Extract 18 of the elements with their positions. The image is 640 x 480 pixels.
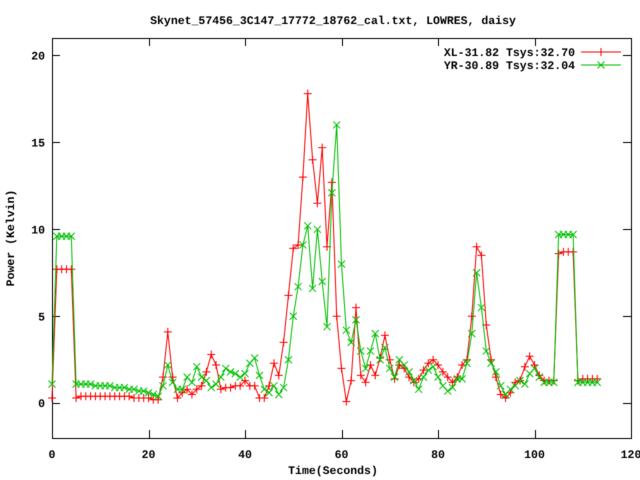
x-tick-label: 20 xyxy=(142,449,156,462)
x-axis-label: Time(Seconds) xyxy=(288,465,378,478)
y-axis-label: Power (Kelvin) xyxy=(5,190,18,286)
y-tick-label: 5 xyxy=(38,311,45,324)
x-tick-label: 100 xyxy=(524,449,545,462)
chart-title: Skynet_57456_3C147_17772_18762_cal.txt, LOWRES, daisy xyxy=(150,15,516,28)
legend-label: YR-30.89 Tsys:32.04 xyxy=(444,60,575,73)
y-tick-label: 10 xyxy=(31,224,45,238)
legend-label: XL-31.82 Tsys:32.70 xyxy=(444,47,575,60)
y-tick-label: 20 xyxy=(31,50,45,64)
y-tick-label: 0 xyxy=(38,398,45,412)
x-tick-label: 0 xyxy=(48,449,56,462)
y-tick-label: 15 xyxy=(31,137,45,150)
x-tick-label: 80 xyxy=(431,449,445,462)
x-tick-label: 60 xyxy=(334,449,348,462)
legend-line xyxy=(580,61,622,69)
legend-line xyxy=(580,48,622,56)
x-tick-label: 40 xyxy=(238,449,252,462)
